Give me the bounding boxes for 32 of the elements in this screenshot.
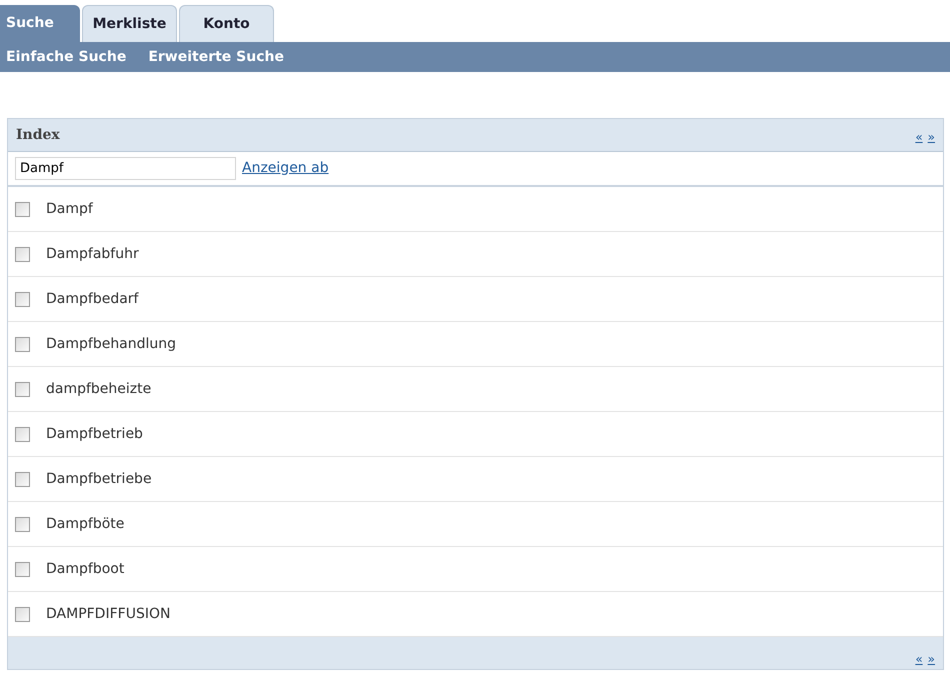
checkbox[interactable] (15, 336, 30, 352)
show-from-link[interactable]: Anzeigen ab (242, 158, 329, 179)
pager-link[interactable]: » (928, 653, 935, 665)
checkbox[interactable] (15, 246, 30, 262)
checkbox[interactable] (15, 472, 30, 486)
search-field[interactable]: Dampf (15, 157, 236, 180)
item-label: Dampfbehandlung (46, 334, 176, 354)
item-label: DAMPFDIFFUSION (46, 604, 170, 624)
pager-link[interactable]: « (915, 131, 923, 143)
pager-link[interactable]: » (928, 131, 935, 143)
tab[interactable]: Konto (179, 5, 274, 42)
pager-link[interactable]: « (915, 653, 923, 665)
checkbox[interactable] (15, 382, 30, 396)
item-label: Dampfbetrieb (46, 424, 143, 444)
item-label: Dampfabfuhr (46, 244, 139, 264)
item-label: Dampf (46, 200, 93, 218)
tab[interactable]: Merkliste (82, 5, 177, 42)
item-label: dampfbeheizte (46, 380, 152, 398)
item-label: Dampfbetriebe (46, 470, 152, 488)
subnav-link[interactable]: Einfache Suche (6, 46, 126, 68)
tab[interactable]: Suche (0, 5, 80, 42)
checkbox[interactable] (15, 292, 30, 306)
checkbox[interactable] (15, 202, 30, 216)
checkbox[interactable] (15, 426, 30, 442)
subnav-link[interactable]: Erweiterte Suche (148, 46, 284, 68)
item-label: Dampfböte (46, 514, 124, 534)
checkbox[interactable] (15, 516, 30, 532)
item-label: Dampfboot (46, 560, 124, 578)
panel-title: Index (16, 126, 60, 144)
item-label: Dampfbedarf (46, 290, 138, 308)
checkbox[interactable] (15, 562, 30, 576)
checkbox[interactable] (15, 606, 30, 622)
